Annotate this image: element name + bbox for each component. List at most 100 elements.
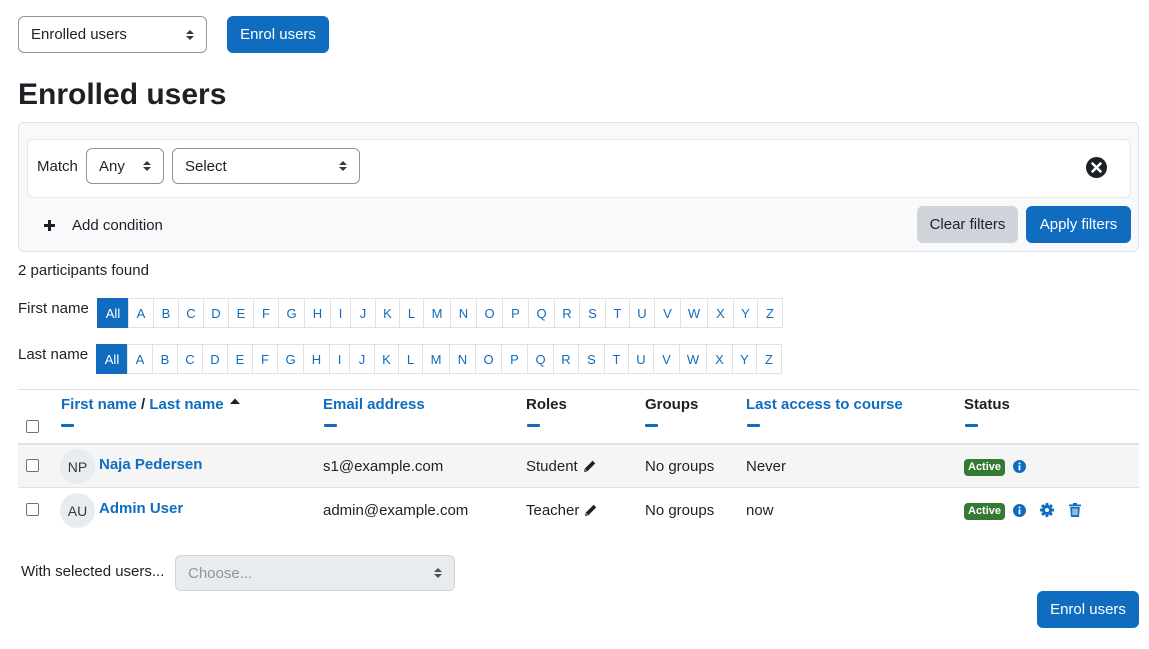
last-name-initial-w[interactable]: W bbox=[679, 344, 707, 374]
first-name-initial-u[interactable]: U bbox=[629, 298, 655, 328]
last-name-initial-z[interactable]: Z bbox=[756, 344, 782, 374]
col-header-last-access[interactable]: Last access to course bbox=[746, 396, 903, 413]
pencil-icon[interactable] bbox=[583, 459, 597, 473]
last-name-initial-s[interactable]: S bbox=[578, 344, 605, 374]
col-header-roles: Roles bbox=[526, 396, 567, 413]
first-name-initial-m[interactable]: M bbox=[423, 298, 451, 328]
first-name-initial-g[interactable]: G bbox=[278, 298, 305, 328]
trash-icon[interactable] bbox=[1069, 503, 1081, 517]
first-name-initial-e[interactable]: E bbox=[228, 298, 254, 328]
first-name-initial-p[interactable]: P bbox=[502, 298, 529, 328]
last-name-initial-j[interactable]: J bbox=[349, 344, 375, 374]
clear-filters-button[interactable]: Clear filters bbox=[917, 206, 1018, 243]
enrol-users-button-top[interactable]: Enrol users bbox=[227, 16, 329, 53]
participants-view-select[interactable]: Enrolled users bbox=[18, 16, 207, 53]
col-header-email[interactable]: Email address bbox=[323, 396, 425, 413]
user-email: admin@example.com bbox=[323, 502, 469, 519]
first-name-initial-h[interactable]: H bbox=[304, 298, 331, 328]
last-name-initial-a[interactable]: A bbox=[127, 344, 153, 374]
first-name-initial-v[interactable]: V bbox=[654, 298, 681, 328]
first-name-initial-l[interactable]: L bbox=[399, 298, 424, 328]
first-name-initial-t[interactable]: T bbox=[605, 298, 630, 328]
last-name-initial-e[interactable]: E bbox=[227, 344, 253, 374]
bulk-action-select[interactable]: Choose... bbox=[175, 555, 455, 591]
row-select-checkbox[interactable] bbox=[26, 503, 39, 516]
first-name-initial-b[interactable]: B bbox=[153, 298, 179, 328]
last-name-initial-f[interactable]: F bbox=[252, 344, 278, 374]
last-name-initial-g[interactable]: G bbox=[277, 344, 304, 374]
filter-type-select[interactable]: Select bbox=[172, 148, 360, 184]
last-name-initial-all[interactable]: All bbox=[96, 344, 128, 374]
bulk-action-placeholder: Choose... bbox=[188, 564, 253, 582]
first-name-initial-x[interactable]: X bbox=[707, 298, 734, 328]
first-name-initial-w[interactable]: W bbox=[680, 298, 708, 328]
last-name-initial-k[interactable]: K bbox=[374, 344, 399, 374]
user-name-link[interactable]: Naja Pedersen bbox=[99, 456, 202, 473]
view-select-value: Enrolled users bbox=[31, 26, 127, 43]
filter-condition-row: Match Any Select bbox=[27, 139, 1131, 198]
apply-filters-button[interactable]: Apply filters bbox=[1026, 206, 1131, 243]
last-name-initial-b[interactable]: B bbox=[152, 344, 178, 374]
cog-icon[interactable] bbox=[1040, 503, 1054, 517]
collapse-groups-column-icon[interactable] bbox=[645, 424, 658, 427]
info-circle-icon[interactable] bbox=[1013, 460, 1026, 473]
bulk-action-label: With selected users... bbox=[21, 563, 165, 580]
collapse-name-column-icon[interactable] bbox=[61, 424, 74, 427]
last-name-initial-q[interactable]: Q bbox=[527, 344, 554, 374]
first-name-initial-all[interactable]: All bbox=[97, 298, 129, 328]
match-select[interactable]: Any bbox=[86, 148, 164, 184]
add-condition-button[interactable]: Add condition bbox=[43, 215, 163, 235]
collapse-roles-column-icon[interactable] bbox=[527, 424, 540, 427]
first-name-initial-c[interactable]: C bbox=[178, 298, 204, 328]
sort-last-name-link[interactable]: Last name bbox=[149, 396, 223, 413]
last-name-initial-t[interactable]: T bbox=[604, 344, 629, 374]
first-name-initial-a[interactable]: A bbox=[128, 298, 154, 328]
last-name-initial-p[interactable]: P bbox=[501, 344, 528, 374]
avatar: AU bbox=[60, 493, 95, 528]
first-name-initial-d[interactable]: D bbox=[203, 298, 229, 328]
last-name-initial-o[interactable]: O bbox=[475, 344, 502, 374]
last-name-initial-u[interactable]: U bbox=[628, 344, 654, 374]
first-name-initial-i[interactable]: I bbox=[330, 298, 351, 328]
last-name-initial-x[interactable]: X bbox=[706, 344, 733, 374]
last-name-initial-y[interactable]: Y bbox=[732, 344, 757, 374]
first-name-initial-n[interactable]: N bbox=[450, 298, 477, 328]
pencil-icon[interactable] bbox=[584, 503, 598, 517]
add-condition-label: Add condition bbox=[72, 216, 163, 234]
first-name-initial-j[interactable]: J bbox=[350, 298, 376, 328]
first-name-initial-f[interactable]: F bbox=[253, 298, 279, 328]
sort-first-name-link[interactable]: First name bbox=[61, 396, 137, 413]
enrol-users-button-bottom[interactable]: Enrol users bbox=[1037, 591, 1139, 628]
select-all-checkbox[interactable] bbox=[26, 420, 39, 433]
row-select-checkbox[interactable] bbox=[26, 459, 39, 472]
participants-count: 2 participants found bbox=[18, 262, 149, 279]
first-name-initial-z[interactable]: Z bbox=[757, 298, 783, 328]
first-name-initial-k[interactable]: K bbox=[375, 298, 400, 328]
last-name-initial-l[interactable]: L bbox=[398, 344, 423, 374]
name-separator: / bbox=[136, 396, 150, 413]
first-name-initial-o[interactable]: O bbox=[476, 298, 503, 328]
last-name-initial-v[interactable]: V bbox=[653, 344, 680, 374]
last-name-initial-m[interactable]: M bbox=[422, 344, 450, 374]
last-name-initial-c[interactable]: C bbox=[177, 344, 203, 374]
col-header-status: Status bbox=[964, 396, 1010, 413]
first-name-initial-y[interactable]: Y bbox=[733, 298, 758, 328]
collapse-last-access-column-icon[interactable] bbox=[747, 424, 760, 427]
close-circle-icon[interactable] bbox=[1086, 157, 1107, 178]
last-name-initial-h[interactable]: H bbox=[303, 344, 330, 374]
col-header-groups: Groups bbox=[645, 396, 699, 413]
select-arrows-icon bbox=[339, 161, 347, 171]
last-name-initial-i[interactable]: I bbox=[329, 344, 350, 374]
first-name-initial-q[interactable]: Q bbox=[528, 298, 555, 328]
avatar: NP bbox=[60, 449, 95, 484]
info-circle-icon[interactable] bbox=[1013, 504, 1026, 517]
collapse-status-column-icon[interactable] bbox=[965, 424, 978, 427]
first-name-initial-s[interactable]: S bbox=[579, 298, 606, 328]
first-name-initial-r[interactable]: R bbox=[554, 298, 580, 328]
user-name-link[interactable]: Admin User bbox=[99, 500, 183, 517]
collapse-email-column-icon[interactable] bbox=[324, 424, 337, 427]
page-title: Enrolled users bbox=[18, 78, 227, 111]
last-name-initial-n[interactable]: N bbox=[449, 344, 476, 374]
last-name-initial-r[interactable]: R bbox=[553, 344, 579, 374]
last-name-initial-d[interactable]: D bbox=[202, 344, 228, 374]
